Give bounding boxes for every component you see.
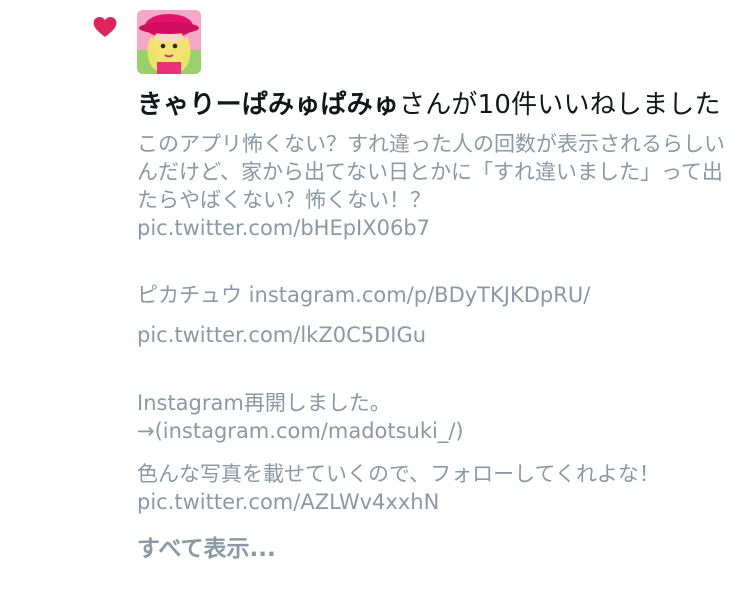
notification-content: きゃりーぱみゅぱみゅさんが10件いいねしました このアプリ怖くない？すれ違った人… <box>137 86 727 564</box>
tweet-1-text: このアプリ怖くない？すれ違った人の回数が表示されるらしいんだけど、家から出てない… <box>137 132 725 212</box>
user-name[interactable]: きゃりーぱみゅぱみゅ <box>137 90 399 120</box>
notification-action: さんが10件いいねしました <box>399 90 721 120</box>
heart-icon <box>92 14 118 40</box>
tweet-1-link[interactable]: pic.twitter.com/bHEpIX06b7 <box>137 214 727 242</box>
tweet-3-link[interactable]: pic.twitter.com/AZLWv4xxhN <box>137 488 727 516</box>
tweet-2-text: ピカチュウ instagram.com/p/BDyTKJKDpRU/ <box>137 283 591 307</box>
notification-headline: きゃりーぱみゅぱみゅさんが10件いいねしました <box>137 86 727 124</box>
tweet-3-text: Instagram再開しました。 <box>137 391 391 415</box>
avatar[interactable] <box>137 10 201 74</box>
tweet-3-body: 色んな写真を載せていくので、フォローしてくれよな！ <box>137 462 660 486</box>
tweet-3-instagram-link[interactable]: →(instagram.com/madotsuki_/) <box>137 417 727 445</box>
tweet-2-link[interactable]: pic.twitter.com/lkZ0C5DIGu <box>137 321 727 349</box>
show-all-link[interactable]: すべて表示... <box>137 534 727 564</box>
